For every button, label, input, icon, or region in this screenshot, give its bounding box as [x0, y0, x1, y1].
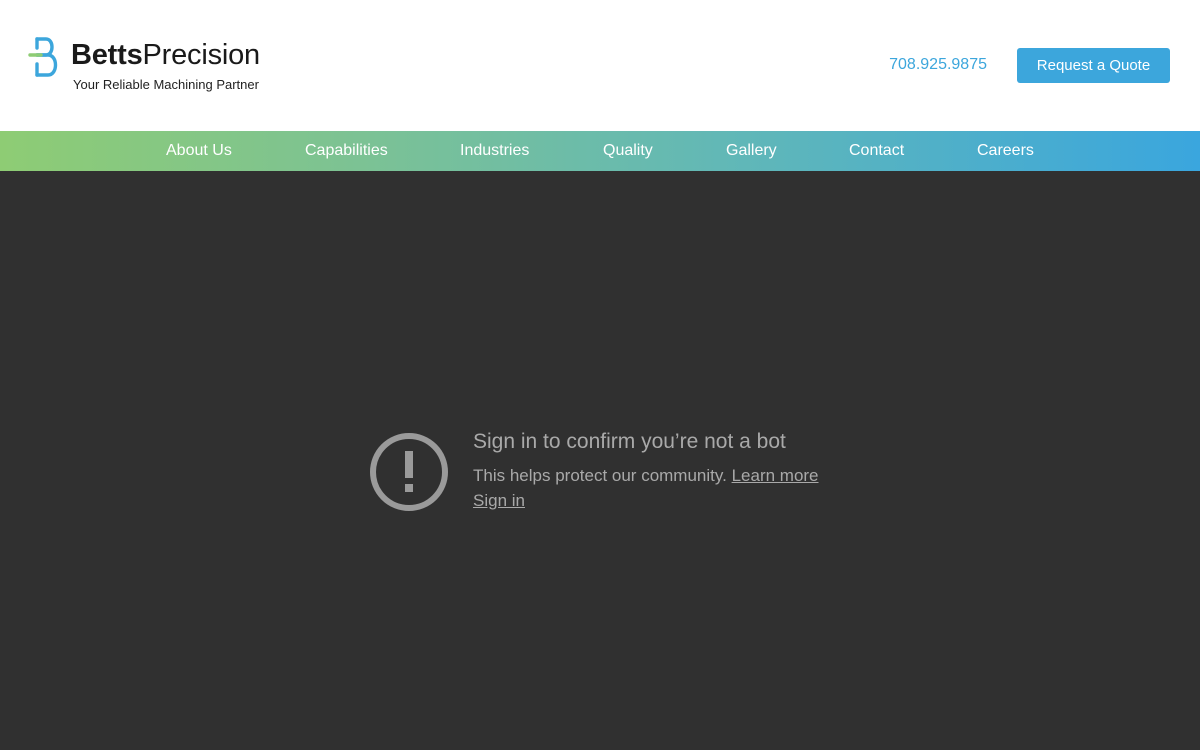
site-header: BettsPrecision Your Reliable Machining P…: [0, 0, 1200, 131]
nav-item-contact[interactable]: Contact: [849, 131, 904, 171]
bot-check-body-text: This helps protect our community.: [473, 466, 727, 485]
learn-more-link[interactable]: Learn more: [732, 466, 819, 485]
sign-in-link[interactable]: Sign in: [473, 490, 525, 512]
nav-item-industries[interactable]: Industries: [460, 131, 529, 171]
betts-b-logo-mark-icon: [28, 37, 58, 77]
logo-name-regular: Precision: [142, 39, 261, 71]
phone-link[interactable]: 708.925.9875: [889, 55, 987, 75]
logo-name-bold: Betts: [71, 39, 143, 71]
nav-item-quality[interactable]: Quality: [603, 131, 653, 171]
main-nav: About Us Capabilities Industries Quality…: [0, 131, 1200, 171]
request-quote-button[interactable]: Request a Quote: [1017, 48, 1170, 83]
nav-item-capabilities[interactable]: Capabilities: [305, 131, 388, 171]
site-logo[interactable]: BettsPrecision Your Reliable Machining P…: [28, 34, 260, 98]
bot-check-message: This helps protect our community. Learn …: [473, 465, 819, 487]
bot-check-title: Sign in to confirm you’re not a bot: [473, 430, 786, 453]
logo-wordmark: BettsPrecision: [71, 38, 260, 72]
exclamation-circle-icon: [370, 433, 448, 511]
nav-item-about-us[interactable]: About Us: [166, 131, 232, 171]
nav-item-gallery[interactable]: Gallery: [726, 131, 777, 171]
nav-item-careers[interactable]: Careers: [977, 131, 1034, 171]
logo-tagline: Your Reliable Machining Partner: [73, 77, 259, 92]
video-embed-area: Sign in to confirm you’re not a bot This…: [0, 171, 1200, 750]
